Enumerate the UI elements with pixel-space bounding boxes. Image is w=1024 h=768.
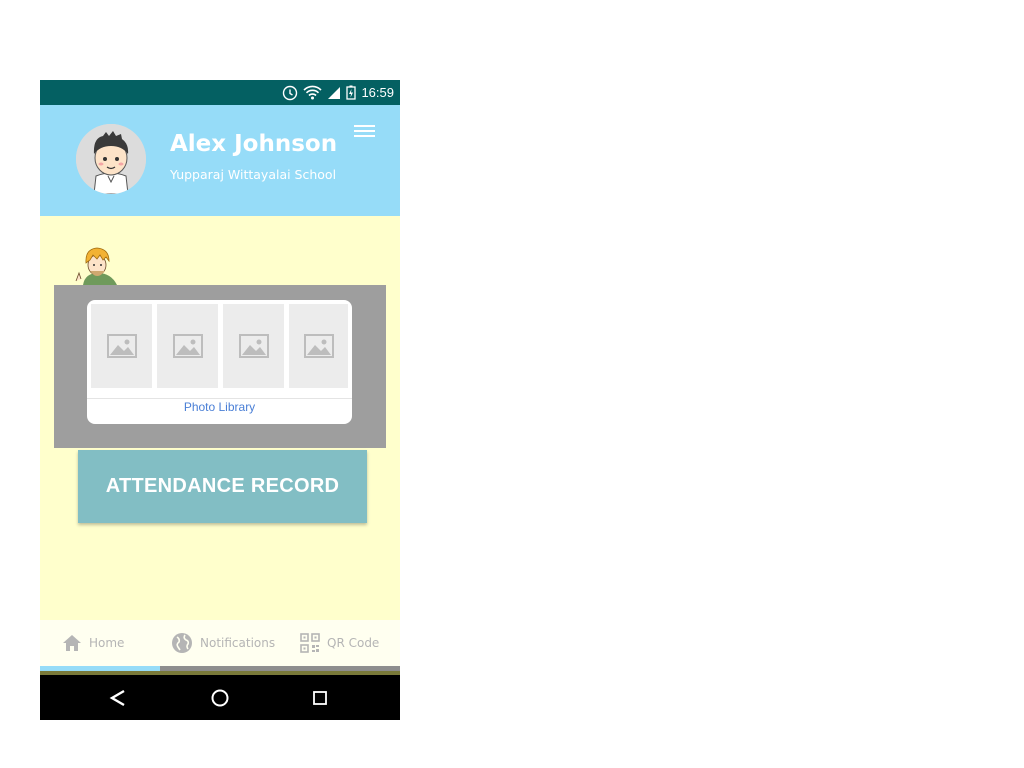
signal-icon bbox=[327, 86, 341, 100]
phone-screen: 16:59 Alex Johnson Yupparaj Wittayalai S… bbox=[40, 80, 400, 720]
photo-thumbnail[interactable] bbox=[91, 304, 152, 388]
image-placeholder-icon bbox=[172, 334, 203, 358]
status-time: 16:59 bbox=[361, 85, 394, 100]
bottom-tab-bar: Home Notifications QR Code bbox=[40, 620, 400, 666]
photo-thumbnail[interactable] bbox=[223, 304, 284, 388]
back-icon bbox=[109, 689, 125, 706]
photo-picker-overlay: Photo Library bbox=[54, 285, 386, 448]
hamburger-line bbox=[354, 135, 375, 137]
system-navigation-bar bbox=[40, 675, 400, 720]
wifi-icon bbox=[303, 85, 323, 100]
image-placeholder-icon bbox=[238, 334, 269, 358]
attendance-record-button[interactable]: ATTENDANCE RECORD bbox=[78, 450, 367, 523]
tab-label: Home bbox=[89, 636, 125, 650]
tab-home[interactable]: Home bbox=[62, 620, 124, 666]
divider bbox=[87, 398, 352, 399]
globe-icon bbox=[171, 632, 193, 654]
battery-icon bbox=[346, 85, 357, 100]
avatar[interactable] bbox=[76, 124, 146, 194]
tab-label: Notifications bbox=[200, 636, 276, 650]
photo-thumbnail[interactable] bbox=[289, 304, 348, 388]
status-bar: 16:59 bbox=[40, 80, 400, 105]
nav-home-button[interactable] bbox=[190, 675, 250, 720]
image-placeholder-icon bbox=[303, 334, 334, 358]
boy-avatar-illustration bbox=[76, 124, 146, 194]
alarm-icon bbox=[282, 85, 298, 101]
school-name: Yupparaj Wittayalai School bbox=[170, 167, 337, 182]
photo-picker-popup: Photo Library bbox=[87, 300, 352, 424]
user-name: Alex Johnson bbox=[170, 131, 338, 157]
nav-back-button[interactable] bbox=[88, 675, 148, 720]
hamburger-menu-icon bbox=[354, 125, 375, 127]
photo-thumbnail[interactable] bbox=[157, 304, 218, 388]
hamburger-menu-button[interactable] bbox=[352, 120, 378, 142]
photo-library-link[interactable]: Photo Library bbox=[87, 400, 352, 414]
hamburger-line bbox=[354, 130, 375, 132]
tab-notifications[interactable]: Notifications bbox=[171, 620, 275, 666]
mascot-illustration bbox=[73, 243, 123, 285]
recents-icon bbox=[313, 690, 327, 705]
qr-code-icon bbox=[300, 633, 320, 653]
home-circle-icon bbox=[211, 689, 229, 706]
image-placeholder-icon bbox=[106, 334, 137, 358]
tab-label: QR Code bbox=[327, 636, 380, 650]
tab-qr-code[interactable]: QR Code bbox=[300, 620, 379, 666]
nav-recents-button[interactable] bbox=[290, 675, 350, 720]
profile-header: Alex Johnson Yupparaj Wittayalai School bbox=[40, 105, 400, 216]
home-icon bbox=[62, 634, 82, 652]
